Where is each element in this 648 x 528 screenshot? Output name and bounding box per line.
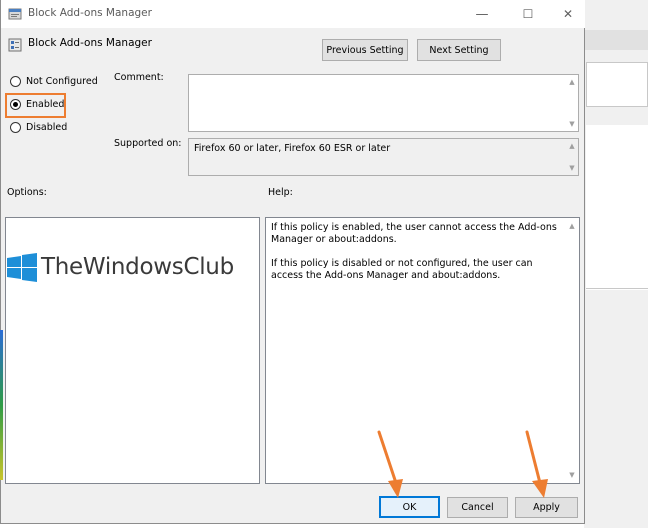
apply-button[interactable]: Apply xyxy=(515,497,578,518)
cancel-button[interactable]: Cancel xyxy=(447,497,508,518)
background-window-panel xyxy=(586,62,648,107)
next-setting-button[interactable]: Next Setting xyxy=(417,39,501,61)
background-window-panel-lower xyxy=(586,125,648,290)
policy-title: Block Add-ons Manager xyxy=(28,37,152,49)
radio-not-configured[interactable]: Not Configured xyxy=(10,76,98,87)
options-label: Options: xyxy=(7,187,47,198)
help-paragraph: If this policy is enabled, the user cann… xyxy=(271,222,557,245)
maximize-button[interactable]: ☐ xyxy=(507,0,549,28)
comment-scrollbar[interactable]: ▲ ▼ xyxy=(566,75,578,131)
radio-enabled[interactable]: Enabled xyxy=(10,99,64,110)
policy-icon xyxy=(8,38,22,52)
help-scrollbar[interactable]: ▲ ▼ xyxy=(566,218,579,483)
watermark-text: TheWindowsClub xyxy=(41,254,234,280)
arrow-down-icon xyxy=(525,430,548,498)
radio-label: Not Configured xyxy=(26,76,98,87)
app-icon xyxy=(8,8,22,20)
scroll-down-icon[interactable]: ▼ xyxy=(566,118,578,130)
help-label: Help: xyxy=(268,187,293,198)
supported-on-textbox: Firefox 60 or later, Firefox 60 ESR or l… xyxy=(188,138,579,176)
scroll-up-icon[interactable]: ▲ xyxy=(566,140,578,152)
arrow-down-icon xyxy=(377,430,403,498)
radio-label: Enabled xyxy=(26,99,65,110)
radio-button-checked[interactable] xyxy=(10,99,21,110)
background-edge xyxy=(0,330,3,480)
scroll-up-icon[interactable]: ▲ xyxy=(566,220,578,232)
minimize-button[interactable]: — xyxy=(461,0,503,28)
radio-disabled[interactable]: Disabled xyxy=(10,122,67,133)
scroll-up-icon[interactable]: ▲ xyxy=(566,76,578,88)
watermark: TheWindowsClub xyxy=(5,250,234,284)
help-paragraph: If this policy is disabled or not config… xyxy=(271,258,533,281)
radio-button[interactable] xyxy=(10,76,21,87)
scroll-down-icon[interactable]: ▼ xyxy=(566,469,578,481)
radio-button[interactable] xyxy=(10,122,21,133)
title-bar[interactable]: Block Add-ons Manager — ☐ ✕ xyxy=(1,0,585,28)
radio-label: Disabled xyxy=(26,122,68,133)
previous-setting-button[interactable]: Previous Setting xyxy=(322,39,408,61)
close-button[interactable]: ✕ xyxy=(547,0,589,28)
window-title: Block Add-ons Manager xyxy=(28,7,152,19)
comment-label: Comment: xyxy=(114,72,164,83)
help-text: If this policy is enabled, the user cann… xyxy=(271,222,561,294)
scroll-down-icon[interactable]: ▼ xyxy=(566,162,578,174)
comment-textbox[interactable]: ▲ ▼ xyxy=(188,74,579,132)
background-window-divider xyxy=(586,288,648,289)
background-window-strip xyxy=(584,30,648,50)
supported-scrollbar[interactable]: ▲ ▼ xyxy=(566,139,578,175)
supported-on-value: Firefox 60 or later, Firefox 60 ESR or l… xyxy=(194,143,391,154)
supported-on-label: Supported on: xyxy=(114,138,182,149)
windows-logo-icon xyxy=(7,253,37,282)
